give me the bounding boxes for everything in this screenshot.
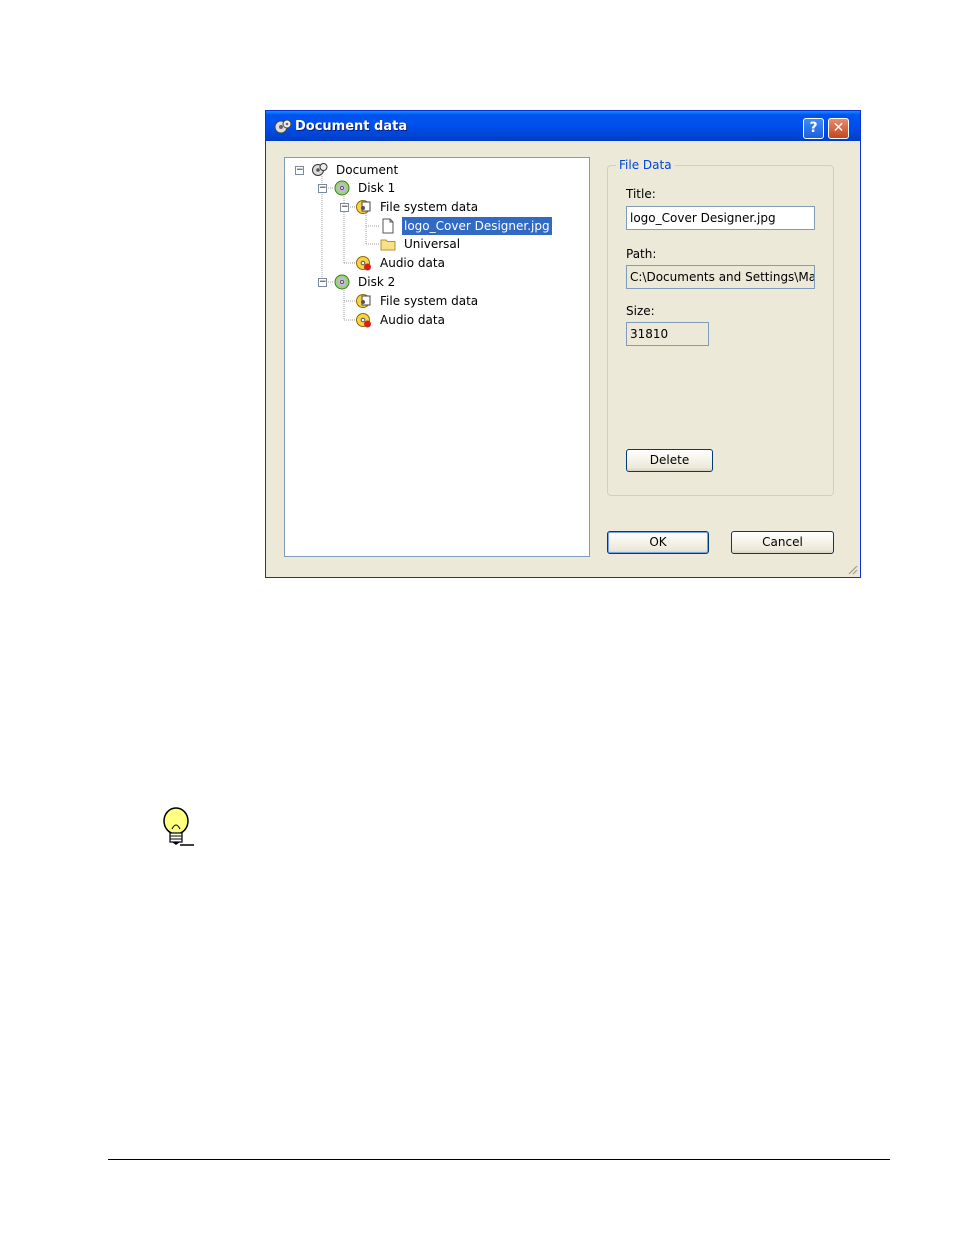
disc-icon — [334, 180, 350, 196]
audio-disc-icon — [356, 256, 371, 271]
path-field[interactable]: C:\Documents and Settings\Mar — [626, 265, 815, 289]
filesystem-icon — [356, 200, 371, 214]
resize-grip-icon[interactable] — [846, 563, 858, 575]
close-button[interactable]: ✕ — [828, 118, 849, 139]
document-data-dialog: Document data ? ✕ − Document − Disk 1 − … — [265, 110, 861, 578]
tree-label-file: logo_Cover Designer.jpg — [402, 217, 552, 235]
cancel-button[interactable]: Cancel — [731, 531, 834, 554]
help-button[interactable]: ? — [803, 118, 824, 139]
ok-button[interactable]: OK — [607, 531, 709, 554]
tree-label-disk1-audio: Audio data — [380, 256, 445, 270]
title-input[interactable]: logo_Cover Designer.jpg — [626, 206, 815, 230]
file-icon — [382, 218, 394, 234]
delete-button[interactable]: Delete — [626, 449, 713, 472]
tree-label-disk2-filesystem: File system data — [380, 294, 479, 308]
expand-disk1-fs-toggle[interactable]: − — [340, 203, 349, 212]
tree-label-folder: Universal — [404, 237, 461, 251]
title-label: Title: — [626, 187, 656, 201]
tree-label-disk1-filesystem: File system data — [380, 200, 479, 214]
expand-disk2-toggle[interactable]: − — [318, 278, 327, 287]
footer-rule — [108, 1159, 890, 1160]
path-label: Path: — [626, 247, 657, 261]
size-label: Size: — [626, 304, 655, 318]
file-data-group-label: File Data — [616, 158, 675, 172]
document-gear-icon — [312, 163, 328, 176]
app-gear-icon — [274, 119, 292, 134]
disc-icon — [334, 274, 350, 290]
lightbulb-icon — [163, 807, 194, 846]
title-bar[interactable]: Document data ? ✕ — [266, 111, 860, 141]
expand-disk1-toggle[interactable]: − — [318, 184, 327, 193]
tree-label-document: Document — [336, 163, 399, 177]
expand-document-toggle[interactable]: − — [295, 166, 304, 175]
folder-icon — [380, 239, 396, 251]
audio-disc-icon — [356, 313, 371, 328]
tree-label-disk2: Disk 2 — [358, 275, 396, 289]
tree-label-disk2-audio: Audio data — [380, 313, 445, 327]
filesystem-icon — [356, 294, 371, 308]
dialog-title: Document data — [295, 119, 408, 134]
size-field[interactable]: 31810 — [626, 322, 709, 346]
tree-label-disk1: Disk 1 — [358, 181, 396, 195]
document-tree[interactable]: − Document − Disk 1 − File system data l… — [284, 157, 590, 557]
